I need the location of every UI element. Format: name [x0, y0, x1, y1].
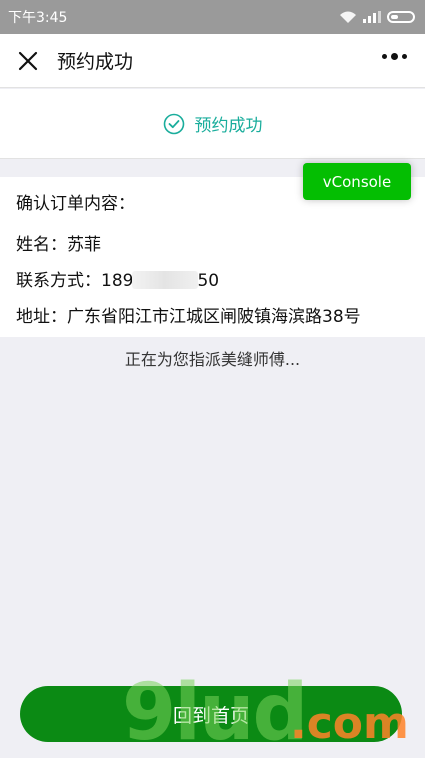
- name-label: 姓名：: [16, 235, 67, 255]
- battery-icon: [387, 11, 415, 23]
- status-bar: 下午3:45: [0, 0, 425, 34]
- address-label: 地址：: [16, 307, 67, 327]
- phone-row: 联系方式：189 50: [16, 263, 409, 299]
- wifi-icon: [340, 11, 356, 23]
- phone-label: 联系方式：: [16, 271, 101, 291]
- phone-end: 50: [197, 271, 220, 291]
- signal-icon: [363, 11, 381, 23]
- close-icon[interactable]: [17, 50, 39, 72]
- phone-start: 189: [101, 271, 134, 291]
- success-text: 预约成功: [194, 116, 263, 136]
- address-value: 广东省阳江市江城区闸陂镇海滨路38号: [67, 307, 361, 327]
- page-title: 预约成功: [57, 51, 134, 73]
- navigation-bar: 预约成功: [0, 34, 425, 88]
- success-banner: 预约成功: [0, 89, 425, 159]
- name-row: 姓名：苏菲: [16, 227, 409, 263]
- phone-redaction: [132, 271, 199, 289]
- status-icons: [339, 10, 415, 24]
- vconsole-button[interactable]: vConsole: [303, 163, 411, 200]
- order-details-card: 确认订单内容： 姓名：苏菲 联系方式：189 50 地址：广东省阳江市江城区闸陂镇…: [0, 177, 425, 337]
- name-value: 苏菲: [67, 235, 101, 255]
- status-time: 下午3:45: [8, 10, 68, 26]
- back-to-home-button[interactable]: 回到首页: [20, 686, 402, 742]
- check-circle-icon: [163, 113, 184, 134]
- more-options-icon[interactable]: [382, 53, 407, 60]
- address-row: 地址：广东省阳江市江城区闸陂镇海滨路38号: [16, 299, 409, 335]
- dispatch-status-text: 正在为您指派美缝师傅...: [124, 350, 301, 369]
